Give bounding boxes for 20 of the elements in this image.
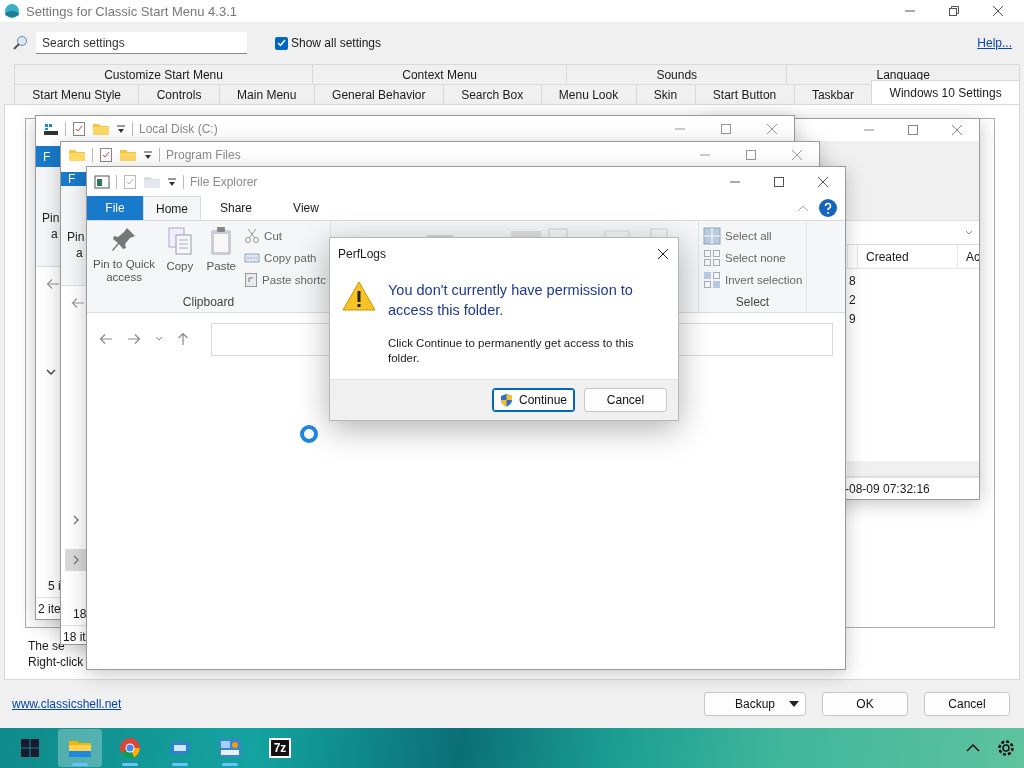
description-text: Right-click	[28, 654, 85, 670]
pane-text: 5 i	[48, 579, 61, 593]
ribbon-label: a	[76, 246, 83, 260]
dialog-message: Click Continue to permanently get access to this folder.	[388, 336, 635, 366]
table-cell-text: 2	[849, 292, 857, 309]
dialog-heading: You don't currently have permission to access this folder.	[388, 281, 634, 320]
window-title: File Explorer	[190, 174, 258, 189]
table-cell-text: 8	[849, 273, 857, 290]
ribbon-label: Pin	[42, 211, 60, 225]
window-title: Program Files	[166, 148, 241, 162]
dialog-title: PerfLogs	[338, 247, 387, 261]
ribbon-label: Pin	[67, 230, 85, 244]
ribbon-label: a	[51, 227, 58, 241]
group-label: Select	[735, 295, 770, 309]
pane-text: 18	[73, 607, 87, 621]
window-title: Local Disk (C:)	[139, 122, 218, 136]
group-label: Clipboard	[182, 295, 235, 309]
checkbox-label: Show all settings	[291, 36, 382, 50]
window-title: Settings for Classic Start Menu 4.3.1	[26, 3, 237, 19]
table-cell-text: 9	[849, 311, 857, 328]
